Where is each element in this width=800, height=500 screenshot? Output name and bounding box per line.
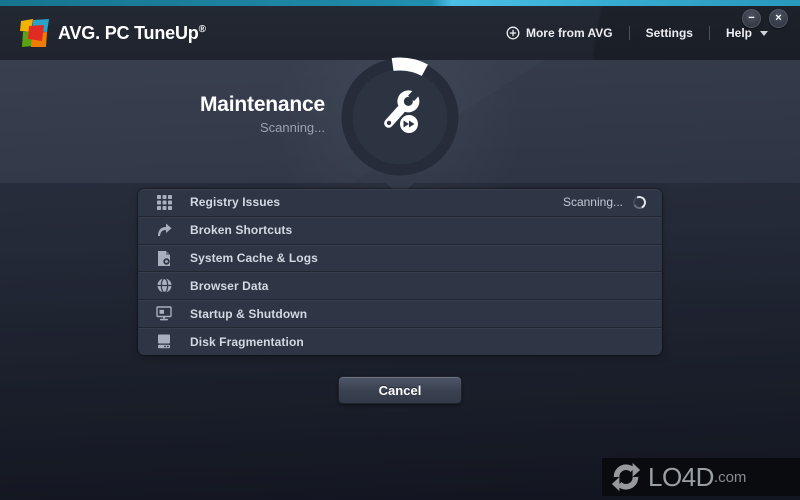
scan-item-label: Broken Shortcuts [190,223,293,238]
help-label: Help [725,26,752,40]
more-from-avg-link[interactable]: More from AVG [506,26,613,40]
scan-item-disk-fragmentation: Disk Fragmentation [138,327,662,355]
scan-item-label: Registry Issues [190,195,281,210]
browser-globe-icon [154,277,174,294]
scan-item-startup-shutdown: Startup & Shutdown [138,299,662,327]
cache-logs-document-icon [154,250,174,267]
nav-separator [628,26,630,40]
scan-item-label: Browser Data [190,278,269,293]
avg-pc-tuneup-window: AVG. PC TuneUp® More from AVG Settings H… [0,0,800,500]
header-nav: More from AVG Settings Help [506,26,768,40]
cancel-button[interactable]: Cancel [338,376,462,404]
scan-progress-ring [341,57,459,176]
lo4d-watermark: LO4D .com [602,458,800,496]
main-area: Maintenance Scanning... Registry Issues … [0,57,800,500]
more-from-avg-label: More from AVG [525,26,613,40]
broken-shortcut-arrow-icon [154,222,174,239]
hero-titles: Maintenance Scanning... [200,93,325,135]
scan-item-system-cache-logs: System Cache & Logs [138,243,662,272]
scan-status-text: Scanning... [259,120,325,135]
progress-arc [391,57,428,77]
scan-item-browser-data: Browser Data [138,271,662,299]
brand-text: AVG. PC TuneUp® [58,23,206,44]
scan-item-label: Disk Fragmentation [190,334,304,349]
scan-item-status: Scanning... [562,195,623,210]
close-icon: × [775,12,782,24]
scan-category-list: Registry Issues Scanning... Broken Short… [138,189,662,355]
close-button[interactable]: × [769,9,788,28]
scan-item-label: System Cache & Logs [190,251,318,266]
window-controls: − × [742,9,788,28]
app-brand: AVG. PC TuneUp® [20,19,206,47]
circle-plus-icon [506,26,520,40]
lo4d-logo-icon [611,462,641,492]
caret-down-icon [760,30,768,36]
minimize-icon: − [748,12,755,24]
brand-avg: AVG. [58,22,100,43]
scanning-spinner-icon [631,194,648,211]
scan-item-broken-shortcuts: Broken Shortcuts [138,215,662,244]
nav-separator [708,26,710,40]
avg-logo-icon [20,19,49,47]
minimize-button[interactable]: − [742,9,761,28]
brand-product: PC TuneUp [104,22,199,43]
registry-grid-icon [154,194,174,211]
settings-label: Settings [645,26,693,40]
help-link[interactable]: Help [726,26,768,40]
page-title: Maintenance [200,93,325,116]
registered-mark: ® [198,23,206,35]
lo4d-name: LO4D [648,461,714,492]
startup-monitor-icon [154,305,174,322]
disk-drive-icon [154,333,174,350]
scan-item-registry-issues: Registry Issues Scanning... [138,189,662,216]
lo4d-suffix: .com [713,468,747,486]
scan-item-label: Startup & Shutdown [190,306,308,321]
settings-link[interactable]: Settings [646,26,693,40]
